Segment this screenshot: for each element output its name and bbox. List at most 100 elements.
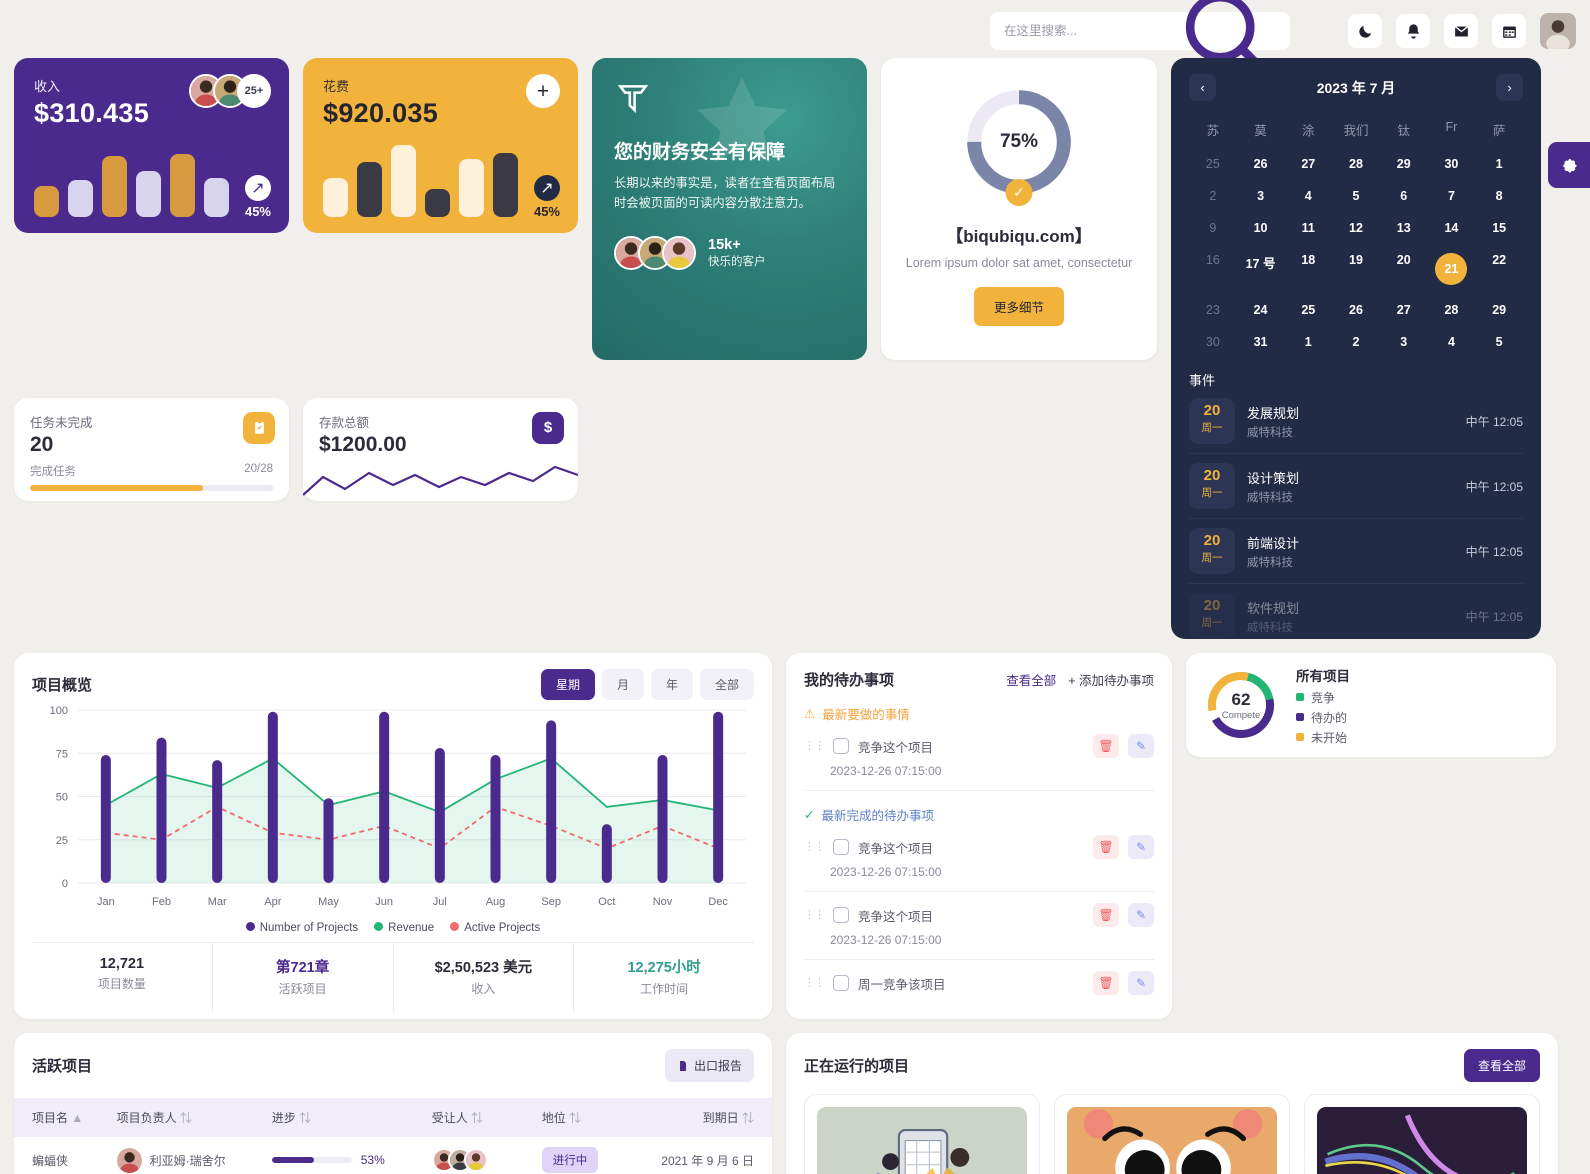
calendar-day[interactable]: 25	[1284, 296, 1332, 324]
calendar-day[interactable]: 27	[1284, 150, 1332, 178]
calendar-day[interactable]: 12	[1332, 214, 1380, 242]
drag-handle-icon[interactable]: ⋮⋮	[804, 909, 825, 920]
chart-tab-月[interactable]: 月	[601, 669, 644, 700]
calendar-day[interactable]: 1	[1475, 150, 1523, 178]
calendar-day[interactable]: 19	[1332, 246, 1380, 292]
calendar-day[interactable]: 11	[1284, 214, 1332, 242]
search-box[interactable]	[990, 0, 1290, 69]
notifications-button[interactable]	[1396, 14, 1430, 48]
edit-icon[interactable]: ✎	[1128, 835, 1154, 859]
calendar-day[interactable]: 4	[1428, 328, 1476, 356]
calendar-button[interactable]	[1492, 14, 1526, 48]
drag-handle-icon[interactable]: ⋮⋮	[804, 977, 825, 988]
messages-button[interactable]	[1444, 14, 1478, 48]
todo-checkbox[interactable]	[833, 738, 849, 754]
add-expense-button[interactable]: +	[526, 74, 560, 108]
running-project-card[interactable]: 周一竞争该项目21+团队到期日2021 年 9 月 6 日进行中	[1304, 1094, 1540, 1174]
todo-item[interactable]: ⋮⋮ 周一竞争该项目 🗑 ✎	[804, 971, 1154, 995]
calendar-day[interactable]: 2	[1189, 182, 1237, 210]
calendar-day[interactable]: 5	[1475, 328, 1523, 356]
edit-icon[interactable]: ✎	[1128, 734, 1154, 758]
running-project-card[interactable]: 前端设计21+团队到期日2021 年 9 月 6 日进行中	[1054, 1094, 1290, 1174]
delete-icon[interactable]: 🗑	[1093, 971, 1119, 995]
calendar-day[interactable]: 8	[1475, 182, 1523, 210]
calendar-day[interactable]: 23	[1189, 296, 1237, 324]
calendar-day[interactable]: 5	[1332, 182, 1380, 210]
calendar-day[interactable]: 4	[1284, 182, 1332, 210]
calendar-day[interactable]: 28	[1428, 296, 1476, 324]
todo-checkbox[interactable]	[833, 975, 849, 991]
event-row[interactable]: 20 周一 软件规划 威特科技 中午 12:05	[1189, 584, 1523, 639]
todo-item[interactable]: ⋮⋮ 竞争这个项目 🗑 ✎	[804, 835, 1154, 859]
edit-icon[interactable]: ✎	[1128, 903, 1154, 927]
calendar-prev-button[interactable]: ‹	[1189, 74, 1216, 101]
calendar-day[interactable]: 7	[1428, 182, 1476, 210]
delete-icon[interactable]: 🗑	[1093, 835, 1119, 859]
event-row[interactable]: 20 周一 设计策划 威特科技 中午 12:05	[1189, 454, 1523, 519]
calendar-day[interactable]: 15	[1475, 214, 1523, 242]
calendar-day[interactable]: 9	[1189, 214, 1237, 242]
settings-tab-button[interactable]	[1548, 142, 1590, 188]
calendar-day[interactable]: 20	[1380, 246, 1428, 292]
calendar-day[interactable]: 16	[1189, 246, 1237, 292]
todo-view-all-link[interactable]: 查看全部	[1006, 670, 1056, 689]
calendar-day[interactable]: 18	[1284, 246, 1332, 292]
table-header-项目负责人[interactable]: 项目负责人 ⇅	[99, 1098, 254, 1137]
calendar-day[interactable]: 21	[1428, 246, 1476, 292]
table-header-进步[interactable]: 进步 ⇅	[254, 1098, 414, 1137]
chart-tab-年[interactable]: 年	[650, 669, 693, 700]
calendar-next-button[interactable]: ›	[1495, 74, 1523, 101]
drag-handle-icon[interactable]: ⋮⋮	[804, 841, 825, 852]
calendar-day[interactable]: 30	[1189, 328, 1237, 356]
calendar-day[interactable]: 27	[1380, 296, 1428, 324]
todo-checkbox[interactable]	[833, 907, 849, 923]
edit-icon[interactable]: ✎	[1128, 971, 1154, 995]
calendar-day[interactable]: 29	[1380, 150, 1428, 178]
calendar-day[interactable]: 26	[1332, 296, 1380, 324]
table-header-到期日[interactable]: 到期日 ⇅	[615, 1098, 772, 1137]
legend-item[interactable]: Number of Projects	[245, 922, 358, 934]
table-header-受让人[interactable]: 受让人 ⇅	[414, 1098, 524, 1137]
calendar-day[interactable]: 31	[1237, 328, 1285, 356]
calendar-day[interactable]: 26	[1237, 150, 1285, 178]
calendar-day[interactable]: 13	[1380, 214, 1428, 242]
chart-range-tabs[interactable]: 星期月年全部	[540, 669, 754, 700]
more-details-button[interactable]: 更多细节	[973, 286, 1064, 326]
calendar-day[interactable]: 30	[1428, 150, 1476, 178]
calendar-day[interactable]: 2	[1332, 328, 1380, 356]
table-head-row[interactable]: 项目名 ▲ 项目负责人 ⇅ 进步 ⇅ 受让人 ⇅ 地位 ⇅ 到期日 ⇅	[14, 1098, 772, 1137]
dark-mode-button[interactable]	[1348, 14, 1382, 48]
search-input[interactable]	[1004, 24, 1165, 38]
legend-item[interactable]: Revenue	[374, 922, 434, 934]
todo-add-link[interactable]: + 添加待办事项	[1068, 670, 1154, 689]
calendar-day[interactable]: 1	[1284, 328, 1332, 356]
table-header-地位[interactable]: 地位 ⇅	[524, 1098, 615, 1137]
calendar-day[interactable]: 17 号	[1237, 246, 1285, 292]
todo-item[interactable]: ⋮⋮ 竞争这个项目 🗑 ✎	[804, 734, 1154, 758]
calendar-day[interactable]: 10	[1237, 214, 1285, 242]
chart-tab-全部[interactable]: 全部	[699, 669, 754, 700]
table-row[interactable]: 蝙蝠侠 利亚姆·瑞舍尔 53% 进行中 2021 年 9 月 6 日	[14, 1137, 772, 1174]
chart-tab-星期[interactable]: 星期	[540, 669, 595, 700]
export-report-button[interactable]: 出口报告	[664, 1049, 754, 1082]
income-avatar-more[interactable]: 25+	[237, 74, 271, 108]
calendar-day[interactable]: 25	[1189, 150, 1237, 178]
calendar-day[interactable]: 24	[1237, 296, 1285, 324]
calendar-day[interactable]: 29	[1475, 296, 1523, 324]
calendar-day[interactable]: 6	[1380, 182, 1428, 210]
legend-item[interactable]: Active Projects	[450, 922, 540, 934]
calendar-day[interactable]: 14	[1428, 214, 1476, 242]
delete-icon[interactable]: 🗑	[1093, 734, 1119, 758]
event-row[interactable]: 20 周一 发展规划 威特科技 中午 12:05	[1189, 389, 1523, 454]
calendar-grid[interactable]: 苏莫涂我们钛 Fr 萨 25 26 27 28 29 30 1 2 3 4 5 6 7 8 9 10 11 12 13 14…	[1189, 113, 1523, 356]
user-avatar[interactable]	[1540, 13, 1576, 49]
todo-checkbox[interactable]	[833, 839, 849, 855]
event-row[interactable]: 20 周一 前端设计 威特科技 中午 12:05	[1189, 519, 1523, 584]
calendar-day[interactable]: 3	[1237, 182, 1285, 210]
todo-item[interactable]: ⋮⋮ 竞争这个项目 🗑 ✎	[804, 903, 1154, 927]
running-project-card[interactable]: 设计策划21+团队到期日2021 年 9 月 6 日进行中	[804, 1094, 1040, 1174]
calendar-day[interactable]: 28	[1332, 150, 1380, 178]
calendar-day[interactable]: 3	[1380, 328, 1428, 356]
running-view-all-button[interactable]: 查看全部	[1463, 1049, 1540, 1082]
delete-icon[interactable]: 🗑	[1093, 903, 1119, 927]
